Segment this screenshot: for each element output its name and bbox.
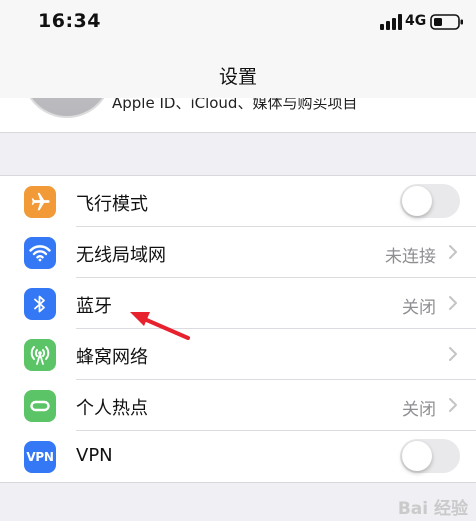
airplane-icon: [24, 186, 56, 218]
bluetooth-icon: [24, 288, 56, 320]
toggle-knob: [402, 441, 432, 471]
airplane-mode-row[interactable]: 飞行模式: [0, 176, 476, 227]
status-bar: 16:34 4G: [0, 0, 476, 48]
avatar: [22, 98, 112, 118]
apple-id-subtitle: Apple ID、iCloud、媒体与购买项目: [112, 98, 358, 112]
battery-icon: [430, 14, 463, 30]
chevron-right-icon: [449, 398, 457, 412]
chevron-right-icon: [449, 347, 457, 361]
row-label: 飞行模式: [76, 194, 148, 215]
personal-hotspot-row[interactable]: 个人热点 关闭: [0, 380, 476, 431]
row-label: 蜂窝网络: [76, 347, 148, 368]
chevron-right-icon: [449, 245, 457, 259]
wifi-status: 未连接: [385, 247, 436, 267]
vpn-icon: VPN: [24, 441, 56, 473]
cellular-icon: [24, 339, 56, 371]
row-label: 蓝牙: [76, 296, 112, 317]
settings-screen: 16:34 4G 设置 Apple ID、iCloud、媒体与购买项目 飞行模式: [0, 0, 476, 521]
airplane-mode-toggle[interactable]: [400, 184, 460, 218]
page-title: 设置: [218, 66, 257, 88]
network-type: 4G: [405, 13, 427, 29]
row-label: VPN: [76, 445, 113, 466]
wifi-icon: [24, 237, 56, 269]
vpn-icon-text: VPN: [26, 450, 54, 464]
hotspot-icon: [24, 390, 56, 422]
row-label: 个人热点: [76, 398, 148, 419]
hotspot-status: 关闭: [402, 400, 436, 420]
vpn-row[interactable]: VPN VPN: [0, 431, 476, 482]
cellular-row[interactable]: 蜂窝网络: [0, 329, 476, 380]
wifi-row[interactable]: 无线局域网 未连接: [0, 227, 476, 278]
row-label: 无线局域网: [76, 245, 166, 266]
red-arrow-annotation: [130, 312, 190, 340]
bluetooth-status: 关闭: [402, 298, 436, 318]
watermark: Bai 经验: [397, 499, 468, 519]
navigation-bar: 设置: [0, 48, 476, 98]
vpn-toggle[interactable]: [400, 439, 460, 473]
apple-id-row[interactable]: Apple ID、iCloud、媒体与购买项目: [0, 98, 476, 133]
connectivity-settings-group: 飞行模式 无线局域网 未连接 蓝牙 关闭 蜂窝网络 个人热点 关闭 VPN VP…: [0, 175, 476, 483]
status-time: 16:34: [38, 10, 101, 32]
bluetooth-row[interactable]: 蓝牙 关闭: [0, 278, 476, 329]
toggle-knob: [402, 186, 432, 216]
signal-bars-icon: [380, 14, 402, 30]
chevron-right-icon: [449, 296, 457, 310]
